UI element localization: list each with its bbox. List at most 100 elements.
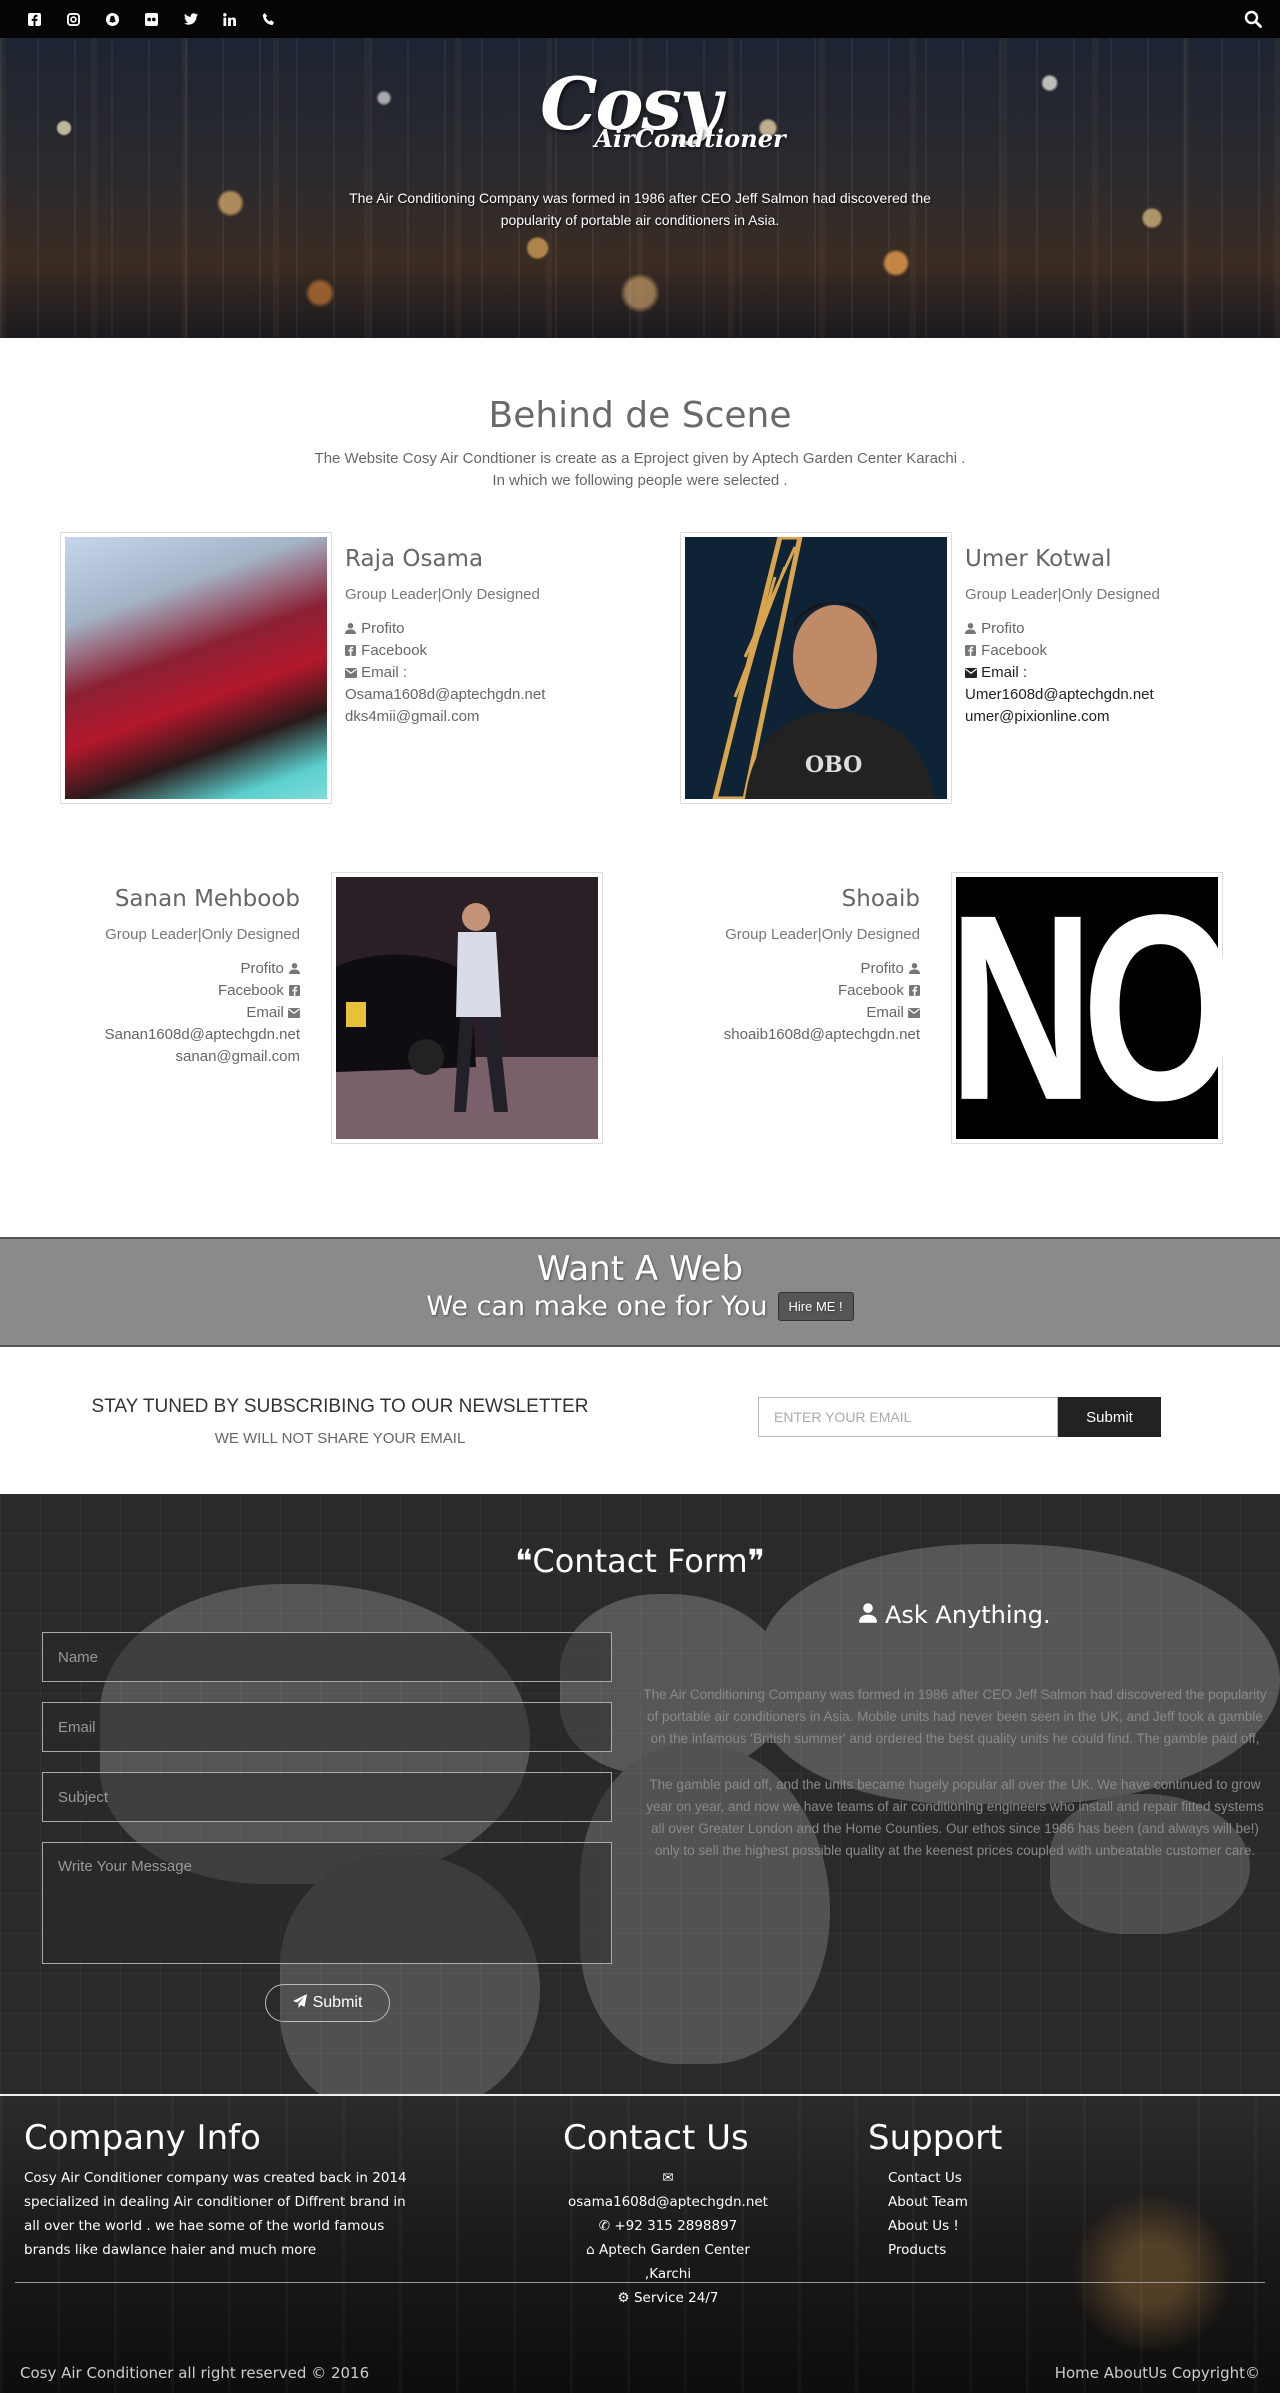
- footer-support-links: Contact Us About Team About Us ! Product…: [888, 2166, 1068, 2262]
- footer-contact-title: Contact Us: [563, 2118, 749, 2158]
- email-input[interactable]: Email: [42, 1702, 612, 1752]
- member-photo: OBO: [680, 532, 952, 804]
- contact-section: ❝Contact Form❞ Name Email Subject Write …: [0, 1494, 1280, 2094]
- envelope-icon: [345, 663, 357, 678]
- footer-address: ⌂ Aptech Garden Center ,Karchi: [586, 2242, 750, 2282]
- no-image-text: NO: [947, 859, 1239, 1156]
- name-input[interactable]: Name: [42, 1632, 612, 1682]
- newsletter-title: STAY TUNED BY SUBSCRIBING TO OUR NEWSLET…: [91, 1396, 589, 1417]
- member-photo: [331, 872, 603, 1144]
- member-email-2[interactable]: dks4mii@gmail.com: [345, 706, 635, 728]
- member-photo: [60, 532, 332, 804]
- quote-right-icon: ❞: [747, 1542, 765, 1580]
- member-info: Sanan Mehboob Group Leader|Only Designed…: [40, 886, 300, 1068]
- twitter-icon[interactable]: [171, 0, 210, 38]
- member-email-1[interactable]: Sanan1608d@aptechgdn.net: [40, 1024, 300, 1046]
- subject-input[interactable]: Subject: [42, 1772, 612, 1822]
- facebook-square-icon: [965, 641, 977, 656]
- member-role: Group Leader|Only Designed: [105, 926, 300, 943]
- search-icon[interactable]: [1244, 10, 1262, 28]
- footer-phone[interactable]: ✆ +92 315 2898897: [563, 2214, 773, 2238]
- ask-anything-title: Ask Anything.: [640, 1601, 1270, 1629]
- flickr-icon[interactable]: [132, 0, 171, 38]
- newsletter-submit-button[interactable]: Submit: [1058, 1397, 1161, 1437]
- newsletter-subtitle: WE WILL NOT SHARE YOUR EMAIL: [214, 1430, 466, 1447]
- footer-service: ⚙ Service 24/7: [617, 2290, 719, 2306]
- contact-submit-button[interactable]: Submit: [265, 1984, 390, 2022]
- member-email-2[interactable]: sanan@gmail.com: [40, 1046, 300, 1068]
- hero-description: The Air Conditioning Company was formed …: [349, 190, 931, 228]
- member-name: Raja Osama: [345, 546, 484, 572]
- member-facebook-link[interactable]: Facebook: [965, 640, 1255, 662]
- facebook-square-icon: [908, 981, 920, 996]
- member-profile-link[interactable]: Profito: [965, 618, 1255, 640]
- team-section-title: Behind de Scene: [488, 395, 792, 436]
- contact-form-title: ❝Contact Form❞: [515, 1542, 765, 1580]
- team-subtitle-line-2: In which we following people were select…: [492, 472, 788, 489]
- phone-icon[interactable]: [249, 0, 288, 38]
- snapchat-icon[interactable]: [93, 0, 132, 38]
- member-photo: NO: [948, 872, 1239, 1144]
- member-role: Group Leader|Only Designed: [345, 586, 540, 603]
- user-icon: [345, 619, 357, 634]
- footer-link-about-us[interactable]: About Us !: [888, 2214, 1068, 2238]
- member-email-1[interactable]: Osama1608d@aptechgdn.net: [345, 684, 635, 706]
- site-logo[interactable]: Cosy AirCondtioner: [0, 64, 1280, 154]
- envelope-icon: [908, 1003, 920, 1018]
- footer-contact-list: ✉ osama1608d@aptechgdn.net ✆ +92 315 289…: [563, 2166, 773, 2310]
- member-facebook-link[interactable]: Facebook: [660, 980, 920, 1002]
- member-role: Group Leader|Only Designed: [965, 586, 1160, 603]
- member-info: Raja Osama Group Leader|Only Designed Pr…: [345, 546, 635, 728]
- linkedin-icon[interactable]: [210, 0, 249, 38]
- member-name: Shoaib: [841, 886, 920, 912]
- footer-link-contact-us[interactable]: Contact Us: [888, 2166, 1068, 2190]
- footer-company-text: Cosy Air Conditioner company was created…: [24, 2170, 407, 2258]
- facebook-square-icon: [288, 981, 300, 996]
- member-profile-link[interactable]: Profito: [345, 618, 635, 640]
- member-facebook-link[interactable]: Facebook: [40, 980, 300, 1002]
- team-member-card: Shoaib Group Leader|Only Designed Profit…: [660, 872, 1239, 1144]
- member-name: Sanan Mehboob: [114, 886, 300, 912]
- member-role: Group Leader|Only Designed: [725, 926, 920, 943]
- hire-me-button[interactable]: Hire ME !: [777, 1292, 854, 1321]
- member-profile-link[interactable]: Profito: [40, 958, 300, 980]
- newsletter-email-input[interactable]: ENTER YOUR EMAIL: [758, 1397, 1058, 1437]
- member-name: Umer Kotwal: [965, 546, 1112, 572]
- member-info: Umer Kotwal Group Leader|Only Designed P…: [965, 546, 1255, 728]
- footer: Company Info Cosy Air Conditioner compan…: [0, 2094, 1280, 2393]
- user-icon: [908, 959, 920, 974]
- member-email-1[interactable]: shoaib1608d@aptechgdn.net: [660, 1024, 920, 1046]
- member-email-2[interactable]: umer@pixionline.com: [965, 706, 1255, 728]
- user-icon: [859, 1601, 878, 1629]
- team-member-card: Sanan Mehboob Group Leader|Only Designed…: [40, 872, 603, 1144]
- footer-bottom-links[interactable]: Home AboutUs Copyright©: [1055, 2364, 1260, 2382]
- footer-divider: [15, 2282, 1265, 2283]
- ask-paragraph-2: The gamble paid off, and the units becam…: [646, 1777, 1264, 1858]
- footer-company-title: Company Info: [24, 2118, 261, 2158]
- member-facebook-link[interactable]: Facebook: [345, 640, 635, 662]
- quote-left-icon: ❝: [515, 1542, 533, 1580]
- envelope-icon: [965, 663, 977, 678]
- member-email-label: Email :: [345, 662, 635, 684]
- footer-link-products[interactable]: Products: [888, 2238, 1068, 2262]
- member-email-label: Email :: [965, 662, 1255, 684]
- paper-plane-icon: [292, 1993, 307, 2013]
- footer-copyright: Cosy Air Conditioner all right reserved …: [20, 2364, 370, 2382]
- svg-text:OBO: OBO: [805, 752, 862, 778]
- message-textarea[interactable]: Write Your Message: [42, 1842, 612, 1964]
- facebook-icon[interactable]: [15, 0, 54, 38]
- hire-subtitle-row: We can make one for You Hire ME !: [426, 1291, 854, 1322]
- member-email-1[interactable]: Umer1608d@aptechgdn.net: [965, 684, 1255, 706]
- member-profile-link[interactable]: Profito: [660, 958, 920, 980]
- footer-link-about-team[interactable]: About Team: [888, 2190, 1068, 2214]
- facebook-square-icon: [345, 641, 357, 656]
- member-email-label: Email: [40, 1002, 300, 1024]
- footer-email[interactable]: ✉ osama1608d@aptechgdn.net: [563, 2166, 773, 2214]
- hire-title: Want A Web: [536, 1249, 744, 1289]
- hire-banner: Want A Web We can make one for You Hire …: [0, 1237, 1280, 1347]
- hire-subtitle: We can make one for You: [426, 1291, 768, 1322]
- team-section-subtitle: The Website Cosy Air Condtioner is creat…: [240, 448, 1040, 492]
- hero-banner: Cosy AirCondtioner The Air Conditioning …: [0, 38, 1280, 338]
- user-icon: [965, 619, 977, 634]
- instagram-icon[interactable]: [54, 0, 93, 38]
